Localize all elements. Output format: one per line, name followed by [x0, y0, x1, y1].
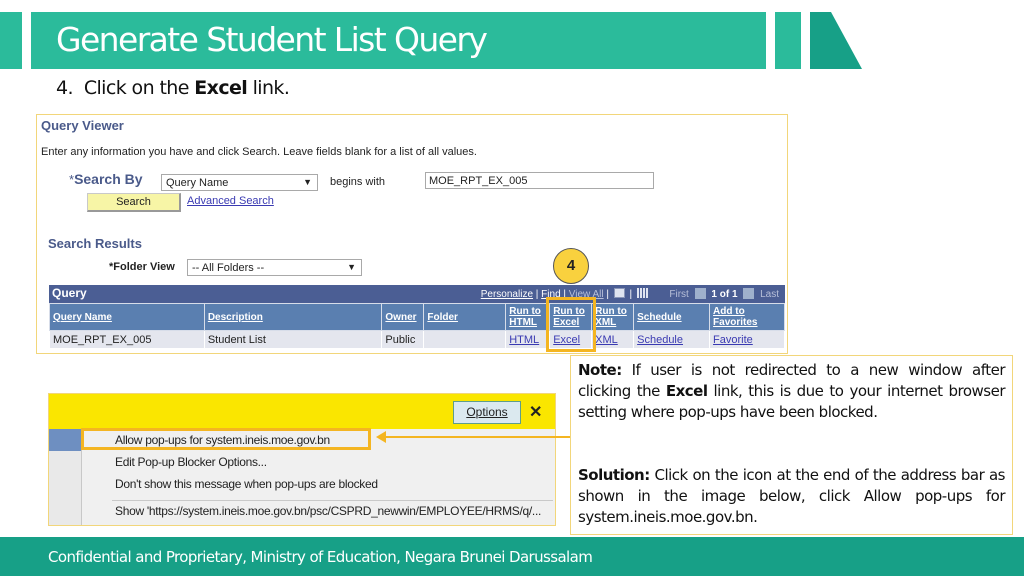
run-html-link[interactable]: HTML — [509, 334, 539, 346]
pointer-arrow-line — [384, 436, 570, 438]
search-by-text: Search By — [74, 171, 143, 187]
excel-column-highlight — [546, 297, 596, 352]
col-header-schedule[interactable]: Schedule — [633, 303, 711, 331]
first-link[interactable]: First — [669, 289, 688, 300]
note-bold: Excel — [665, 382, 708, 400]
header-decor-trapezoid — [810, 12, 862, 69]
col-header-description[interactable]: Description — [203, 303, 383, 331]
col-header-run-html[interactable]: Run to HTML — [505, 303, 551, 331]
header-decor-strip-right — [775, 12, 801, 69]
search-by-select[interactable]: Query Name ▼ — [161, 174, 318, 191]
folder-view-select[interactable]: -- All Folders -- ▼ — [187, 259, 362, 276]
step-number: 4. — [56, 77, 74, 99]
popup-blocker-screenshot: Options ✕ Allow pop-ups for system.ineis… — [48, 393, 556, 526]
cell-query-name: MOE_RPT_EX_005 — [49, 330, 205, 349]
run-xml-link[interactable]: XML — [595, 334, 618, 346]
search-by-label: *Search By — [69, 171, 143, 187]
pointer-arrow-head-icon — [376, 431, 386, 443]
col-header-owner[interactable]: Owner — [381, 303, 425, 331]
advanced-search-link[interactable]: Advanced Search — [187, 195, 274, 207]
schedule-link[interactable]: Schedule — [637, 334, 683, 346]
note-box: Note: If user is not redirected to a new… — [570, 355, 1013, 535]
footer-text: Confidential and Proprietary, Ministry o… — [48, 548, 593, 566]
allow-popups-highlight — [81, 428, 371, 450]
dropdown-arrow-icon: ▼ — [303, 177, 312, 187]
col-header-favorites[interactable]: Add to Favorites — [709, 303, 785, 331]
last-link[interactable]: Last — [760, 289, 779, 300]
menu-item-edit-blocker-options[interactable]: Edit Pop-up Blocker Options... — [115, 455, 267, 469]
folder-view-label: *Folder View — [109, 261, 175, 273]
folder-view-value: -- All Folders -- — [192, 262, 265, 274]
step-instruction: 4. Click on the Excel link. — [56, 77, 290, 99]
page-title: Generate Student List Query — [56, 20, 488, 59]
step-text: Click on the — [83, 77, 195, 99]
table-header-row: Query Name Description Owner Folder Run … — [49, 303, 785, 331]
download-grid-icon[interactable] — [636, 288, 648, 298]
close-icon[interactable]: ✕ — [529, 402, 542, 422]
cell-html: HTML — [505, 330, 551, 349]
menu-separator — [112, 500, 553, 501]
search-value-input[interactable]: MOE_RPT_EX_005 — [425, 172, 654, 189]
note-spacer — [578, 423, 1005, 465]
step-text-end: link. — [247, 77, 290, 99]
grid-title: Query — [52, 286, 87, 300]
results-table: Query Name Description Owner Folder Run … — [49, 303, 785, 349]
previous-page-icon[interactable] — [694, 288, 706, 299]
page-background-strip — [49, 429, 81, 451]
col-header-folder[interactable]: Folder — [423, 303, 507, 331]
next-page-icon[interactable] — [743, 288, 755, 299]
header-decor-strip-left — [0, 12, 22, 69]
page-info: 1 of 1 — [711, 289, 738, 300]
note-paragraph: Note: If user is not redirected to a new… — [578, 360, 1006, 423]
grid-toolbar: Personalize | Find | View All | | First … — [480, 288, 779, 300]
solution-paragraph: Solution: Click on the icon at the end o… — [578, 465, 1006, 528]
query-results-grid: Query Personalize | Find | View All | | … — [49, 285, 785, 349]
footer-bar: Confidential and Proprietary, Ministry o… — [0, 537, 1024, 576]
cell-xml: XML — [591, 330, 635, 349]
dropdown-arrow-icon: ▼ — [347, 262, 356, 272]
col-header-run-xml[interactable]: Run to XML — [591, 303, 635, 331]
search-results-title: Search Results — [48, 236, 142, 251]
table-row: MOE_RPT_EX_005 Student List Public HTML … — [49, 330, 785, 349]
solution-label: Solution: — [578, 466, 650, 484]
note-label: Note: — [578, 361, 622, 379]
query-viewer-panel: Query Viewer Enter any information you h… — [36, 114, 788, 354]
cell-favorite: Favorite — [709, 330, 785, 349]
query-viewer-title: Query Viewer — [41, 118, 124, 133]
favorite-link[interactable]: Favorite — [713, 334, 753, 346]
search-button[interactable]: Search — [87, 193, 181, 212]
menu-item-dont-show[interactable]: Don't show this message when pop-ups are… — [115, 477, 378, 491]
grid-header-bar: Query Personalize | Find | View All | | … — [49, 285, 785, 303]
options-button[interactable]: Options — [453, 401, 521, 424]
col-header-query-name[interactable]: Query Name — [49, 303, 205, 331]
menu-item-show-url[interactable]: Show 'https://system.ineis.moe.gov.bn/ps… — [115, 504, 541, 518]
new-window-icon[interactable] — [613, 288, 625, 298]
step-badge: 4 — [553, 248, 589, 284]
query-viewer-instructions: Enter any information you have and click… — [41, 146, 477, 158]
cell-description: Student List — [203, 330, 383, 349]
options-label: Options — [466, 405, 508, 419]
cell-owner: Public — [381, 330, 425, 349]
search-by-value: Query Name — [166, 177, 229, 189]
cell-schedule: Schedule — [633, 330, 711, 349]
begins-with-label: begins with — [330, 176, 386, 188]
step-bold: Excel — [194, 77, 248, 99]
personalize-link[interactable]: Personalize — [481, 289, 533, 300]
cell-folder — [423, 330, 507, 349]
